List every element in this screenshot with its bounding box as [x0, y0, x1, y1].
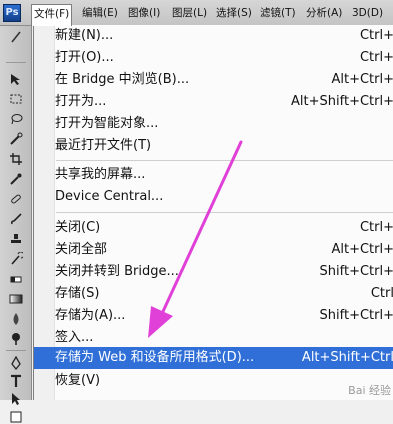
clone-stamp-icon[interactable] [9, 232, 23, 246]
menu-item-shortcut: Ctrl+ [359, 50, 393, 65]
move-tool-icon[interactable] [9, 72, 23, 86]
menu-item-open-as[interactable]: 打开为... Alt+Shift+Ctrl+ [34, 91, 393, 113]
menu-layer[interactable]: 图层(L) [172, 4, 207, 22]
menu-analysis[interactable]: 分析(A) [306, 4, 342, 22]
history-brush-icon[interactable] [9, 252, 23, 266]
menu-item-shortcut: Alt+Ctrl+ [331, 72, 393, 87]
menu-item-revert[interactable]: 恢复(V) [34, 370, 393, 392]
menu-item-open-recent[interactable]: 最近打开文件(T) [34, 135, 393, 157]
marquee-tool-icon[interactable] [9, 92, 23, 106]
healing-brush-icon[interactable] [9, 192, 23, 206]
menu-item-shortcut: Ctrl+ [359, 28, 393, 43]
menu-item-shortcut: Alt+Ctrl+ [331, 242, 393, 257]
menu-bar: Ps 文件(F) 编辑(E) 图像(I) 图层(L) 选择(S) 滤镜(T) 分… [0, 0, 393, 26]
menu-item-label: 共享我的屏幕... [55, 167, 146, 182]
menu-item-open-as-smart-object[interactable]: 打开为智能对象... [34, 113, 393, 135]
menu-item-label: 打开(O)... [55, 50, 114, 65]
menu-select[interactable]: 选择(S) [216, 4, 252, 22]
menu-item-label: 恢复(V) [55, 373, 101, 388]
menu-item-label: 关闭(C) [55, 220, 101, 235]
watermark: Bai 经验 [348, 384, 391, 397]
file-menu-dropdown: 新建(N)... Ctrl+ 打开(O)... Ctrl+ 在 Bridge 中… [33, 25, 393, 400]
grip-icon[interactable] [9, 30, 23, 44]
eyedropper-tool-icon[interactable] [9, 172, 23, 186]
quick-selection-icon[interactable] [9, 132, 23, 146]
menu-item-label: 在 Bridge 中浏览(B)... [55, 72, 190, 87]
menu-image[interactable]: 图像(I) [128, 4, 160, 22]
menu-item-label: 关闭全部 [55, 242, 108, 257]
menu-3d[interactable]: 3D(D) [352, 4, 383, 22]
menu-item-save-for-web-and-devices[interactable]: 存储为 Web 和设备所用格式(D)... Alt+Shift+Ctrl [34, 347, 393, 369]
menu-item-label: Device Central... [55, 189, 164, 204]
menu-item-close-and-go-to-bridge[interactable]: 关闭并转到 Bridge... Shift+Ctrl+ [34, 261, 393, 283]
menu-item-label: 存储(S) [55, 286, 100, 301]
menu-item-shortcut: Shift+Ctrl+ [319, 264, 393, 279]
menu-item-new[interactable]: 新建(N)... Ctrl+ [34, 25, 393, 47]
menu-item-shortcut: Shift+Ctrl+ [319, 308, 393, 323]
menu-item-label: 最近打开文件(T) [55, 138, 152, 153]
menu-item-close-all[interactable]: 关闭全部 Alt+Ctrl+ [34, 239, 393, 261]
menu-item-label: 打开为... [55, 94, 107, 109]
menu-separator [56, 212, 393, 213]
menu-item-save-as[interactable]: 存储为(A)... Shift+Ctrl+ [34, 305, 393, 327]
menu-item-share-my-screen[interactable]: 共享我的屏幕... [34, 164, 393, 186]
menu-item-label: 存储为 Web 和设备所用格式(D)... [55, 350, 255, 365]
menu-filter[interactable]: 滤镜(T) [260, 4, 296, 22]
menu-item-device-central[interactable]: Device Central... [34, 186, 393, 208]
menu-item-save[interactable]: 存储(S) Ctrl [34, 283, 393, 305]
menu-item-label: 打开为智能对象... [55, 116, 159, 131]
toolbar-separator [6, 62, 26, 63]
menu-item-shortcut: Ctrl+ [359, 220, 393, 235]
gradient-tool-icon[interactable] [9, 292, 23, 306]
photoshop-logo: Ps [3, 4, 21, 22]
menu-item-label: 存储为(A)... [55, 308, 126, 323]
menu-item-shortcut: Alt+Shift+Ctrl [301, 350, 393, 365]
menu-edit[interactable]: 编辑(E) [82, 4, 118, 22]
menu-item-shortcut: Ctrl [370, 286, 393, 301]
lasso-tool-icon[interactable] [9, 112, 23, 126]
menu-item-open[interactable]: 打开(O)... Ctrl+ [34, 47, 393, 69]
pen-tool-icon[interactable] [9, 356, 23, 370]
eraser-tool-icon[interactable] [9, 272, 23, 286]
menu-item-browse-in-bridge[interactable]: 在 Bridge 中浏览(B)... Alt+Ctrl+ [34, 69, 393, 91]
crop-tool-icon[interactable] [9, 152, 23, 166]
toolbar-separator [6, 350, 26, 351]
menu-separator [56, 160, 393, 161]
shape-tool-icon[interactable] [9, 410, 23, 424]
menu-item-label: 新建(N)... [55, 28, 114, 43]
blur-tool-icon[interactable] [9, 312, 23, 326]
menu-file[interactable]: 文件(F) [31, 4, 73, 26]
menu-item-label: 关闭并转到 Bridge... [55, 264, 179, 279]
type-tool-icon[interactable] [9, 374, 23, 388]
menu-item-shortcut: Alt+Shift+Ctrl+ [291, 94, 393, 109]
tools-panel [0, 26, 32, 423]
dodge-tool-icon[interactable] [9, 332, 23, 346]
menu-item-close[interactable]: 关闭(C) Ctrl+ [34, 217, 393, 239]
menu-item-check-in[interactable]: 签入... [34, 327, 393, 349]
menu-item-label: 签入... [55, 330, 94, 345]
path-selection-icon[interactable] [9, 392, 23, 406]
brush-tool-icon[interactable] [9, 212, 23, 226]
